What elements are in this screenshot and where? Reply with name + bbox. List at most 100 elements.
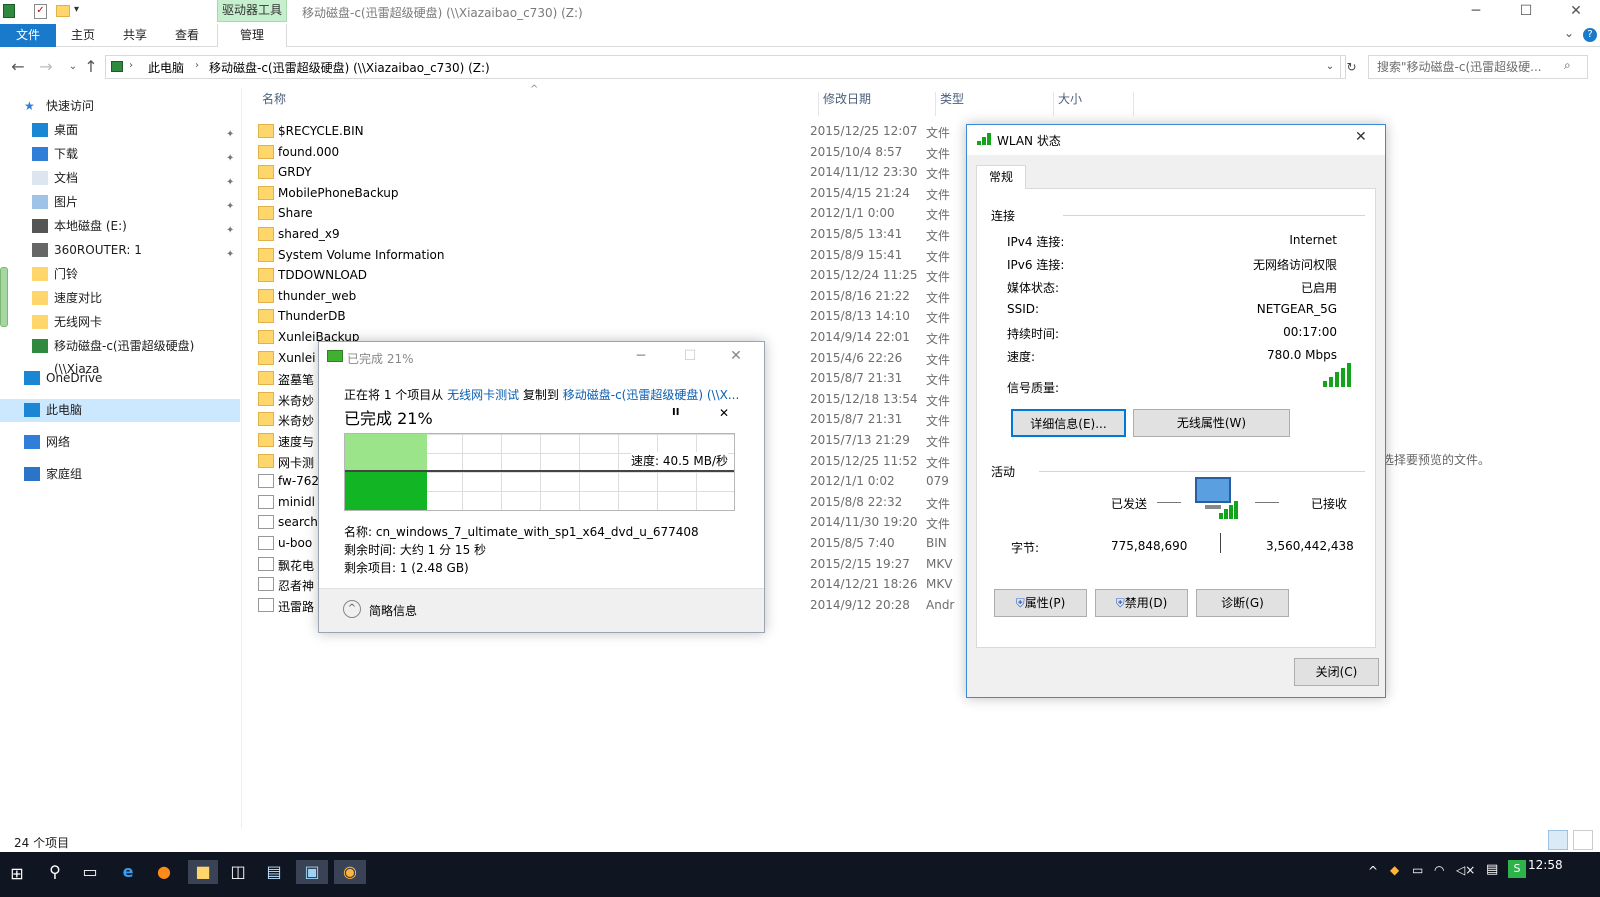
wlan-field-value: 780.0 Mbps bbox=[1266, 348, 1337, 362]
breadcrumb-drive[interactable]: 移动磁盘-c(迅雷超级硬盘) (\\Xiazaibao_c730) (Z:) bbox=[209, 59, 490, 76]
column-header-name[interactable]: 名称 bbox=[258, 92, 819, 116]
show-hidden-icons-icon[interactable]: ^ bbox=[1368, 864, 1378, 878]
refresh-button[interactable]: ↻ bbox=[1340, 55, 1362, 79]
sidebar-item-13[interactable]: 网络 bbox=[0, 431, 240, 454]
properties-icon[interactable]: ✓ bbox=[34, 4, 47, 19]
file-type: 文件 bbox=[926, 435, 951, 449]
tab-general[interactable]: 常规 bbox=[976, 165, 1026, 189]
scroll-indicator[interactable] bbox=[0, 267, 8, 327]
drive-icon bbox=[32, 219, 48, 233]
minimize-button[interactable]: ─ bbox=[1453, 0, 1499, 24]
back-button[interactable]: ← bbox=[7, 56, 29, 78]
file-date: 2015/8/5 7:40 bbox=[810, 536, 895, 550]
tab-manage[interactable]: 管理 bbox=[217, 24, 287, 47]
folder-icon bbox=[258, 268, 274, 283]
file-name: 米奇妙 bbox=[278, 414, 315, 429]
copy-source-link[interactable]: 无线网卡测试 bbox=[447, 388, 519, 402]
help-icon[interactable]: ? bbox=[1583, 28, 1597, 42]
tray-app-icon[interactable]: ◆ bbox=[1390, 863, 1399, 877]
network-status-taskbar-icon[interactable]: ▣ bbox=[296, 860, 328, 884]
diagnose-button[interactable]: 诊断(G) bbox=[1196, 589, 1289, 617]
chevron-up-icon[interactable]: ^ bbox=[343, 600, 361, 618]
sidebar-item-label: 图片 bbox=[54, 195, 79, 209]
sidebar-item-10[interactable]: 移动磁盘-c(迅雷超级硬盘) (\\Xiaza bbox=[0, 335, 240, 376]
copy-desc-prefix: 正在将 1 个项目从 bbox=[344, 388, 448, 402]
tab-share[interactable]: 共享 bbox=[114, 24, 156, 47]
file-name: MobilePhoneBackup bbox=[278, 185, 399, 200]
wireless-properties-button[interactable]: 无线属性(W) bbox=[1133, 409, 1290, 437]
address-dropdown-icon[interactable]: ⌄ bbox=[1320, 55, 1340, 79]
file-explorer-icon[interactable]: ■ bbox=[188, 860, 218, 884]
tab-home[interactable]: 主页 bbox=[62, 24, 104, 47]
notepad-icon[interactable]: ▤ bbox=[262, 860, 286, 884]
start-button[interactable]: ⊞ bbox=[6, 862, 28, 884]
file-date: 2014/9/14 22:01 bbox=[810, 330, 910, 344]
column-header-date[interactable]: 修改日期 bbox=[819, 92, 936, 116]
volume-muted-icon[interactable]: ◁× bbox=[1456, 863, 1475, 877]
copy-dialog-minimize-button[interactable]: ─ bbox=[624, 344, 658, 368]
maximize-button[interactable]: ☐ bbox=[1503, 0, 1549, 24]
firefox-icon[interactable]: ● bbox=[152, 860, 176, 884]
file-type: 文件 bbox=[926, 517, 951, 532]
cancel-copy-button[interactable]: ✕ bbox=[719, 406, 729, 420]
sidebar-item-11[interactable]: OneDrive bbox=[0, 367, 240, 390]
store-icon[interactable]: ◫ bbox=[226, 860, 250, 884]
sidebar-item-8[interactable]: 速度对比 bbox=[0, 287, 240, 310]
close-button[interactable]: ✕ bbox=[1553, 0, 1599, 24]
thunder-taskbar-icon[interactable]: ◉ bbox=[334, 860, 366, 884]
details-button[interactable]: 详细信息(E)... bbox=[1011, 409, 1126, 437]
column-header-size[interactable]: 大小 bbox=[1054, 92, 1134, 116]
column-header-type[interactable]: 类型 bbox=[936, 92, 1054, 116]
sidebar-item-0[interactable]: ★ 快速访问 bbox=[0, 95, 240, 118]
sidebar-item-2[interactable]: 下载 ✦ bbox=[0, 143, 240, 166]
file-date: 2014/12/21 18:26 bbox=[810, 577, 918, 592]
disable-button[interactable]: ⛨禁用(D) bbox=[1095, 589, 1188, 617]
preview-pane-text: 选择要预览的文件。 bbox=[1382, 453, 1491, 467]
copy-dialog-close-button[interactable]: ✕ bbox=[719, 344, 753, 368]
sidebar-item-6[interactable]: 360ROUTER: 1 ✦ bbox=[0, 239, 240, 262]
quick-access-dropdown-icon[interactable]: ▾ bbox=[74, 4, 84, 18]
task-view-icon[interactable]: ▭ bbox=[78, 860, 102, 884]
wlan-close-x-button[interactable]: ✕ bbox=[1355, 129, 1367, 145]
wlan-field-value: 已启用 bbox=[1300, 281, 1337, 295]
sidebar-item-14[interactable]: 家庭组 bbox=[0, 463, 240, 486]
sidebar-item-3[interactable]: 文档 ✦ bbox=[0, 167, 240, 190]
wlan-close-button[interactable]: 关闭(C) bbox=[1294, 658, 1379, 686]
pause-button[interactable]: II bbox=[672, 407, 679, 418]
tab-file[interactable]: 文件 bbox=[0, 24, 56, 47]
sidebar-item-4[interactable]: 图片 ✦ bbox=[0, 191, 240, 214]
wlan-field-value: 00:17:00 bbox=[1283, 325, 1337, 339]
new-folder-icon[interactable] bbox=[56, 5, 70, 17]
file-name: TDDOWNLOAD bbox=[278, 268, 368, 283]
large-icons-view-button[interactable] bbox=[1573, 830, 1593, 850]
taskbar-clock[interactable]: 12:58 bbox=[1528, 858, 1563, 872]
tab-view[interactable]: 查看 bbox=[166, 24, 208, 47]
less-details-link[interactable]: 简略信息 bbox=[369, 602, 417, 619]
up-button[interactable]: ↑ bbox=[80, 56, 102, 78]
sidebar-item-1[interactable]: 桌面 ✦ bbox=[0, 119, 240, 142]
file-name: GRDY bbox=[278, 165, 312, 180]
tray-green-app-icon[interactable]: S bbox=[1508, 860, 1526, 878]
forward-button[interactable]: → bbox=[35, 56, 57, 78]
sidebar-item-7[interactable]: 门铃 bbox=[0, 263, 240, 286]
search-input[interactable]: 搜索"移动磁盘-c(迅雷超级硬... bbox=[1368, 55, 1588, 79]
folder-icon bbox=[258, 371, 274, 386]
action-center-icon[interactable]: ▤ bbox=[1486, 862, 1498, 877]
file-date: 2015/12/25 11:52 bbox=[810, 453, 918, 468]
sidebar-item-label: 本地磁盘 (E:) bbox=[54, 219, 127, 233]
folder-icon bbox=[258, 185, 274, 200]
copy-destination-link[interactable]: 移动磁盘-c(迅雷超级硬盘) (\\X... bbox=[563, 388, 740, 402]
search-icon[interactable]: ⚲ bbox=[43, 860, 67, 884]
file-date: 2015/12/18 13:54 bbox=[810, 391, 918, 406]
ribbon-expand-icon[interactable]: ⌄ bbox=[1564, 26, 1580, 44]
properties-button[interactable]: ⛨属性(P) bbox=[994, 589, 1087, 617]
sidebar-item-9[interactable]: 无线网卡 bbox=[0, 311, 240, 334]
sidebar-item-12[interactable]: 此电脑 bbox=[0, 399, 240, 422]
details-view-button[interactable] bbox=[1548, 830, 1568, 850]
wifi-icon[interactable]: ◠ bbox=[1434, 863, 1444, 877]
sidebar-item-5[interactable]: 本地磁盘 (E:) ✦ bbox=[0, 215, 240, 238]
battery-icon[interactable]: ▭ bbox=[1412, 863, 1423, 877]
breadcrumb-this-pc[interactable]: 此电脑 bbox=[148, 59, 184, 76]
search-icon[interactable]: ⌕ bbox=[1564, 58, 1580, 74]
edge-icon[interactable]: e bbox=[116, 860, 140, 884]
